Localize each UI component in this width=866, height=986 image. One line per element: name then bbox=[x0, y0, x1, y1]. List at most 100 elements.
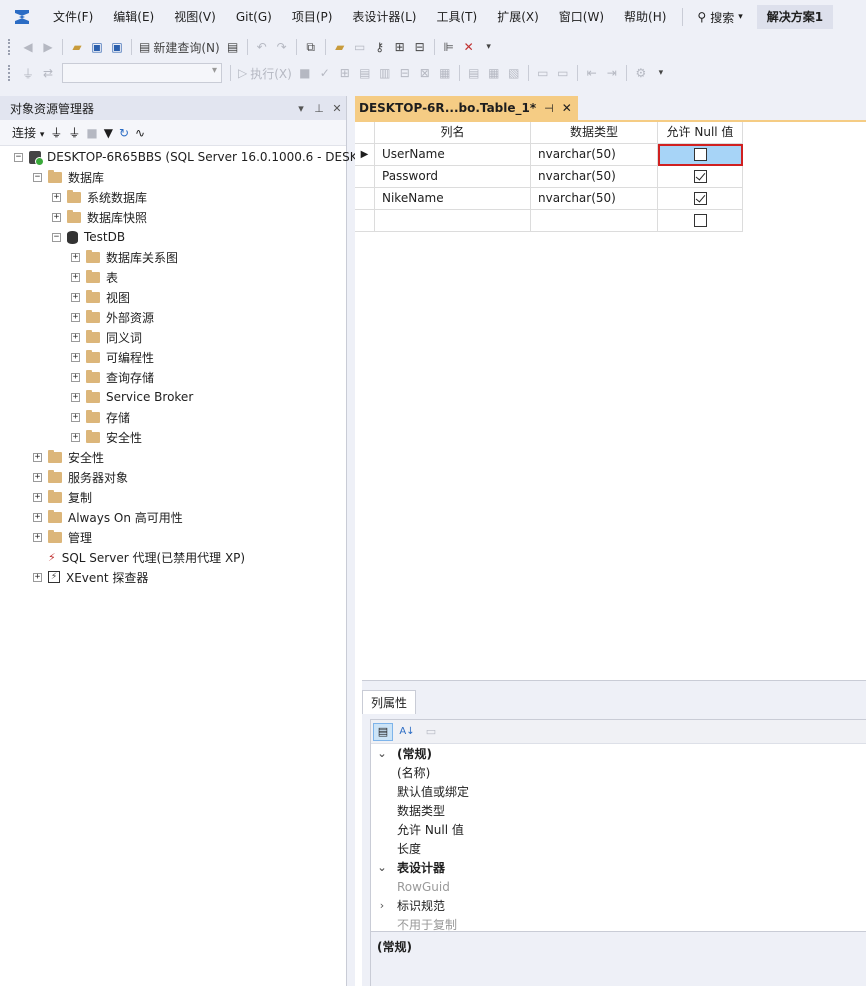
menu-item[interactable]: 编辑(E) bbox=[103, 5, 164, 29]
document-tab-table1[interactable]: DESKTOP-6R...bo.Table_1* ⊣ ✕ bbox=[355, 96, 578, 120]
toolbar-grip[interactable] bbox=[8, 65, 12, 81]
query-designer-button[interactable]: ▤ bbox=[355, 62, 375, 84]
database-select[interactable] bbox=[62, 63, 222, 83]
tree-node[interactable]: − 数据库 bbox=[33, 167, 104, 187]
menu-item[interactable]: 工具(T) bbox=[426, 5, 487, 29]
row-selector[interactable] bbox=[355, 188, 375, 210]
property-row[interactable]: 数据类型 bbox=[371, 801, 866, 820]
close-icon[interactable]: ✕ bbox=[562, 101, 572, 115]
allow-null-cell[interactable] bbox=[658, 210, 743, 232]
expand-icon[interactable]: + bbox=[71, 312, 80, 322]
column-name-cell[interactable]: NikeName bbox=[375, 188, 531, 210]
results-file-button[interactable]: ▧ bbox=[504, 62, 524, 84]
search-button[interactable]: ⚲ 搜索 ▾ bbox=[689, 9, 750, 26]
tree-node[interactable]: + 数据库关系图 bbox=[71, 247, 178, 267]
execute-button[interactable]: ▷ 执行(X) bbox=[235, 62, 295, 84]
column-row[interactable]: ▶ UserName nvarchar(50) bbox=[355, 144, 743, 166]
live-stats-button[interactable]: ⊠ bbox=[415, 62, 435, 84]
menu-item[interactable]: 表设计器(L) bbox=[342, 5, 426, 29]
back-button[interactable]: ◀ bbox=[18, 36, 38, 58]
uncomment-button[interactable]: ▭ bbox=[553, 62, 573, 84]
specify-values-button[interactable]: ⚙ bbox=[631, 62, 651, 84]
property-row[interactable]: (名称) bbox=[371, 763, 866, 782]
refresh-icon[interactable]: ↻ bbox=[119, 126, 129, 140]
include-plan-button[interactable]: ⊟ bbox=[395, 62, 415, 84]
tree-node[interactable]: + 外部资源 bbox=[71, 307, 154, 327]
activity-monitor-button[interactable]: ⧉ bbox=[301, 36, 321, 58]
decrease-indent-button[interactable]: ⇤ bbox=[582, 62, 602, 84]
tree-node[interactable]: + Service Broker bbox=[71, 387, 193, 407]
save-button[interactable]: ▣ bbox=[87, 36, 107, 58]
open-file-button[interactable]: ▰ bbox=[67, 36, 87, 58]
menu-item[interactable]: 帮助(H) bbox=[614, 5, 676, 29]
intellisense-button[interactable]: ▥ bbox=[375, 62, 395, 84]
results-grid-button[interactable]: ▦ bbox=[484, 62, 504, 84]
display-plan-button[interactable]: ⊞ bbox=[335, 62, 355, 84]
menu-item[interactable]: 视图(V) bbox=[164, 5, 226, 29]
filter-icon[interactable]: ▼ bbox=[104, 126, 113, 140]
data-type-cell[interactable]: nvarchar(50) bbox=[531, 144, 658, 166]
tree-node[interactable]: + 可编程性 bbox=[71, 347, 154, 367]
allow-null-cell[interactable] bbox=[658, 188, 743, 210]
tree-node[interactable]: + 安全性 bbox=[33, 447, 104, 467]
menu-item[interactable]: 项目(P) bbox=[282, 5, 343, 29]
menu-item[interactable]: 文件(F) bbox=[43, 5, 103, 29]
expand-icon[interactable]: + bbox=[71, 352, 80, 362]
chevron-down-icon[interactable]: ⌄ bbox=[371, 747, 393, 760]
menu-item[interactable]: 扩展(X) bbox=[487, 5, 549, 29]
menu-item[interactable]: Git(G) bbox=[226, 5, 282, 29]
expand-icon[interactable]: + bbox=[33, 572, 42, 582]
expand-icon[interactable]: + bbox=[33, 512, 42, 522]
data-type-cell[interactable] bbox=[531, 210, 658, 232]
expand-icon[interactable]: + bbox=[52, 212, 61, 222]
tree-node[interactable]: + 管理 bbox=[33, 527, 92, 547]
redo-button[interactable]: ↷ bbox=[272, 36, 292, 58]
window-position-icon[interactable]: ▾ bbox=[292, 102, 310, 115]
ssms-logo-icon[interactable] bbox=[11, 6, 33, 28]
save-all-button[interactable]: ▣ bbox=[107, 36, 127, 58]
connect-dropdown[interactable]: 连接 ▾ bbox=[12, 124, 44, 141]
property-row[interactable]: 默认值或绑定 bbox=[371, 782, 866, 801]
alphabetical-button[interactable]: A↓ bbox=[397, 723, 417, 741]
client-stats-button[interactable]: ▦ bbox=[435, 62, 455, 84]
tree-node[interactable]: + 表 bbox=[71, 267, 118, 287]
expand-icon[interactable]: + bbox=[33, 452, 42, 462]
property-row[interactable]: 长度 bbox=[371, 839, 866, 858]
pin-icon[interactable]: ⊥ bbox=[310, 102, 328, 115]
column-name-cell[interactable]: Password bbox=[375, 166, 531, 188]
data-type-cell[interactable]: nvarchar(50) bbox=[531, 166, 658, 188]
tree-node[interactable]: + 服务器对象 bbox=[33, 467, 128, 487]
toolbox-button[interactable]: ⊟ bbox=[410, 36, 430, 58]
tree-node[interactable]: + 安全性 bbox=[71, 427, 142, 447]
undo-button[interactable]: ↶ bbox=[252, 36, 272, 58]
collapse-icon[interactable]: − bbox=[33, 172, 42, 182]
parse-button[interactable]: ✓ bbox=[315, 62, 335, 84]
expand-icon[interactable]: + bbox=[71, 272, 80, 282]
allow-null-checkbox[interactable] bbox=[693, 148, 707, 161]
comment-button[interactable]: ▭ bbox=[533, 62, 553, 84]
toolbar-overflow-button[interactable]: ▾ bbox=[651, 62, 671, 84]
allow-null-checkbox[interactable] bbox=[693, 170, 707, 183]
tree-node[interactable]: ⚡ SQL Server 代理(已禁用代理 XP) bbox=[33, 547, 245, 567]
expand-icon[interactable]: + bbox=[33, 532, 42, 542]
forward-button[interactable]: ▶ bbox=[38, 36, 58, 58]
property-row[interactable]: RowGuid bbox=[371, 877, 866, 896]
tree-node[interactable]: + 数据库快照 bbox=[52, 207, 147, 227]
column-row[interactable] bbox=[355, 210, 743, 232]
new-query-button[interactable]: ▤ 新建查询(N) bbox=[136, 36, 223, 58]
tree-node[interactable]: − TestDB bbox=[52, 227, 125, 247]
tree-node[interactable]: + ⚡ XEvent 探查器 bbox=[33, 567, 148, 587]
row-selector[interactable]: ▶ bbox=[355, 144, 375, 166]
row-selector[interactable] bbox=[355, 166, 375, 188]
chevron-down-icon[interactable]: ⌄ bbox=[371, 861, 393, 874]
expand-icon[interactable]: + bbox=[71, 332, 80, 342]
tree-node[interactable]: + Always On 高可用性 bbox=[33, 507, 183, 527]
tree-node[interactable]: + 复制 bbox=[33, 487, 92, 507]
properties-button[interactable]: ⚷ bbox=[370, 36, 390, 58]
column-row[interactable]: NikeName nvarchar(50) bbox=[355, 188, 743, 210]
property-row[interactable]: 允许 Null 值 bbox=[371, 820, 866, 839]
allow-null-cell[interactable] bbox=[658, 144, 743, 166]
property-category[interactable]: ⌄ (常规) bbox=[371, 744, 866, 763]
property-pages-button[interactable]: ▭ bbox=[421, 723, 441, 741]
pin-icon[interactable]: ⊣ bbox=[544, 102, 554, 115]
